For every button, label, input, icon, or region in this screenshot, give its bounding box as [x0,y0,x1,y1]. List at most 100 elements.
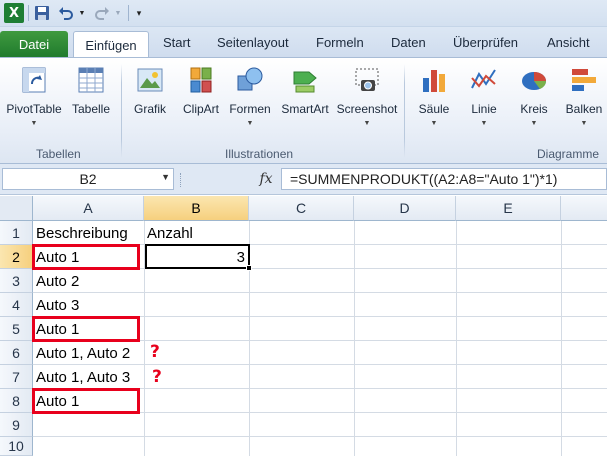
chevron-down-icon: ▼ [480,120,488,127]
tab-formulas[interactable]: Formeln [316,35,364,50]
row-header-10[interactable]: 10 [0,437,33,456]
column-header-f[interactable] [561,196,607,221]
tab-insert[interactable]: Einfügen [73,31,149,59]
row-header-1[interactable]: 1 [0,221,33,245]
row-header-7[interactable]: 7 [0,365,33,389]
group-label-illustrations: Illustrationen [225,147,294,161]
chevron-down-icon: ▼ [30,120,38,127]
table-button[interactable]: Tabelle [68,64,114,116]
clipart-icon [190,67,212,93]
undo-icon[interactable] [57,3,75,23]
clipart-button[interactable]: ClipArt [178,64,224,116]
chevron-down-icon: ▼ [363,120,371,127]
screenshot-label: Screenshot [336,102,398,116]
row-header-8[interactable]: 8 [0,389,33,413]
smartart-label: SmartArt [281,102,329,116]
column-header-b[interactable]: B [144,196,249,221]
cell-a4[interactable]: Auto 3 [33,293,79,317]
row-header-9[interactable]: 9 [0,413,33,437]
redo-dropdown-icon[interactable]: ▼ [113,3,123,23]
customize-qat-icon[interactable]: ▾ [133,3,145,23]
group-label-tables: Tabellen [36,147,81,161]
highlight-box-a2 [32,244,140,270]
column-header-c[interactable]: C [249,196,354,221]
row-header-5[interactable]: 5 [0,317,33,341]
excel-logo-icon[interactable]: X [4,3,24,23]
picture-button[interactable]: Grafik [129,64,171,116]
highlight-box-a5 [32,316,140,342]
name-box[interactable]: B2 ▼ [2,168,174,190]
group-separator [121,64,122,158]
name-box-value: B2 [79,171,97,187]
cell-a3[interactable]: Auto 2 [33,269,79,293]
shapes-label: Formen [229,102,271,116]
question-mark-annotation: ? [150,342,160,362]
tab-data[interactable]: Daten [391,35,426,50]
gridline [33,436,607,437]
line-chart-icon [471,69,496,89]
bar-chart-button[interactable]: Balken ▼ [562,64,606,127]
active-cell-border [145,244,250,269]
fill-handle[interactable] [246,265,252,271]
column-header-a[interactable]: A [33,196,144,221]
redo-icon[interactable] [93,3,111,23]
chevron-down-icon[interactable]: ▼ [161,172,170,182]
pie-chart-icon [522,72,547,90]
cell-b1[interactable]: Anzahl [144,221,193,245]
smartart-icon [293,71,317,93]
cell-a6[interactable]: Auto 1, Auto 2 [33,341,130,365]
tab-file[interactable]: Datei [0,31,68,58]
table-label: Tabelle [71,102,111,116]
shapes-icon [237,67,263,91]
tab-start[interactable]: Start [163,35,190,50]
column-chart-icon [423,70,445,92]
save-icon[interactable] [33,3,51,23]
picture-icon [137,68,163,92]
group-label-charts: Diagramme [537,147,600,161]
undo-dropdown-icon[interactable]: ▼ [77,3,87,23]
picture-label: Grafik [133,102,166,116]
formula-input[interactable]: =SUMMENPRODUKT((A2:A8="Auto 1")*1) [281,168,607,190]
formula-bar: B2 ▼ fx =SUMMENPRODUKT((A2:A8="Auto 1")*… [0,164,607,195]
highlight-box-a8 [32,388,140,414]
pivottable-button[interactable]: PivotTable ▼ [3,64,65,127]
shapes-button[interactable]: Formen ▼ [226,64,274,127]
column-chart-label: Säule [418,102,450,116]
smartart-button[interactable]: SmartArt [277,64,333,116]
question-mark-annotation: ? [152,367,162,387]
cell-a7[interactable]: Auto 1, Auto 3 [33,365,130,389]
screenshot-button[interactable]: Screenshot ▼ [334,64,400,127]
quick-access-toolbar: X ▼ ▼ ▾ [0,0,607,27]
bar-chart-icon [572,69,596,91]
row-header-2[interactable]: 2 [0,245,33,269]
pie-chart-button[interactable]: Kreis ▼ [512,64,556,127]
line-chart-button[interactable]: Linie ▼ [462,64,506,127]
ribbon-panel: PivotTable ▼ Tabelle Tabellen Grafik Cli… [0,57,607,164]
gridline [33,292,607,293]
chevron-down-icon: ▼ [580,120,588,127]
qat-separator [28,5,29,21]
select-all-corner[interactable] [0,196,33,221]
tab-review[interactable]: Überprüfen [453,35,518,50]
pivottable-label: PivotTable [6,102,62,116]
chevron-down-icon: ▼ [430,120,438,127]
gridline [456,221,457,456]
column-header-e[interactable]: E [456,196,561,221]
splitter-handle[interactable] [180,173,183,187]
chevron-down-icon: ▼ [530,120,538,127]
line-chart-label: Linie [471,102,497,116]
gridline [561,221,562,456]
chevron-down-icon: ▼ [246,120,254,127]
bar-chart-label: Balken [565,102,603,116]
clipart-label: ClipArt [182,102,219,116]
column-chart-button[interactable]: Säule ▼ [412,64,456,127]
group-separator [404,64,405,158]
tab-view[interactable]: Ansicht [547,35,590,50]
row-header-4[interactable]: 4 [0,293,33,317]
column-header-d[interactable]: D [354,196,456,221]
row-header-3[interactable]: 3 [0,269,33,293]
cell-a1[interactable]: Beschreibung [33,221,128,245]
tab-page-layout[interactable]: Seitenlayout [217,35,289,50]
insert-function-icon[interactable]: fx [255,169,277,189]
row-header-6[interactable]: 6 [0,341,33,365]
